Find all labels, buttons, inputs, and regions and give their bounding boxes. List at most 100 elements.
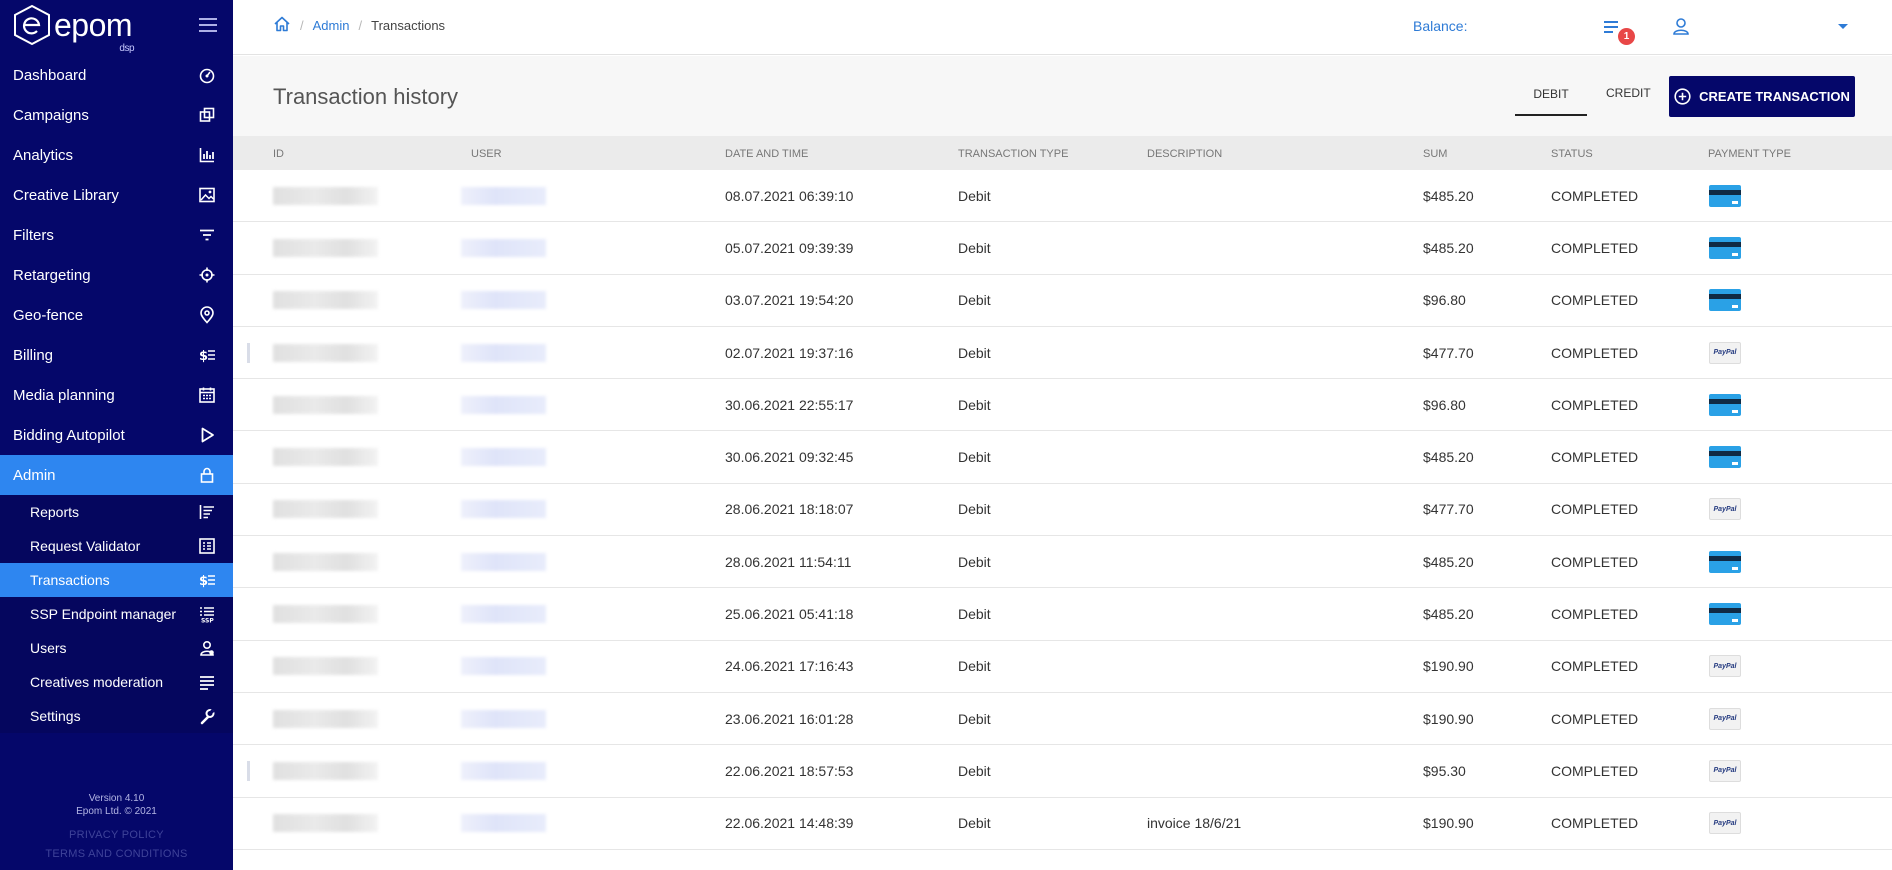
sidebar-item-admin[interactable]: Admin (0, 455, 233, 495)
cell-status: COMPLETED (1551, 606, 1639, 623)
redacted-user[interactable] (461, 552, 546, 571)
column-header-user[interactable]: USER (471, 148, 502, 160)
table-row[interactable]: 30.06.2021 22:55:17 Debit $96.80 COMPLETED (233, 379, 1892, 432)
cell-datetime: 08.07.2021 06:39:10 (725, 187, 854, 204)
redacted-id (273, 291, 378, 310)
table-row[interactable]: 28.06.2021 11:54:11 Debit $485.20 COMPLETED (233, 536, 1892, 589)
table-row[interactable]: 03.07.2021 19:54:20 Debit $96.80 COMPLETED (233, 275, 1892, 327)
redacted-user[interactable] (461, 395, 546, 414)
redacted-user[interactable] (461, 500, 546, 519)
redacted-user[interactable] (461, 605, 546, 624)
sidebar-subitem-users[interactable]: Users (0, 631, 233, 665)
sidebar-subitem-label: Transactions (30, 572, 110, 588)
sidebar-subitem-reports[interactable]: Reports (0, 495, 233, 529)
table-row[interactable]: 08.07.2021 06:39:10 Debit $485.20 COMPLETED (233, 170, 1892, 223)
sidebar-item-billing[interactable]: Billing $ (0, 335, 233, 375)
paypal-icon: PayPal (1709, 655, 1741, 678)
sidebar-subitem-settings[interactable]: Settings (0, 699, 233, 733)
sidebar-item-retargeting[interactable]: Retargeting (0, 255, 233, 295)
tab-credit[interactable]: CREDIT (1606, 86, 1651, 100)
table-row[interactable]: 22.06.2021 14:48:39 Debit invoice 18/6/21 $… (233, 798, 1892, 850)
redacted-user[interactable] (461, 814, 546, 833)
create-transaction-label: CREATE TRANSACTION (1699, 89, 1850, 104)
cell-status: COMPLETED (1551, 553, 1639, 570)
cell-sum: $96.80 (1423, 292, 1466, 309)
tab-debit[interactable]: DEBIT (1515, 86, 1587, 116)
sidebar-item-label: Creative Library (13, 186, 119, 204)
table-row[interactable]: 24.06.2021 17:16:43 Debit $190.90 COMPLETED… (233, 641, 1892, 693)
sidebar-item-campaigns[interactable]: Campaigns (0, 95, 233, 135)
cell-sum: $485.20 (1423, 606, 1474, 623)
copyright-text: Epom Ltd. © 2021 (76, 806, 157, 817)
main-nav: Dashboard Campaigns Analytics Creative Libr… (0, 55, 233, 495)
redacted-user[interactable] (461, 709, 546, 728)
cell-transaction-type: Debit (958, 815, 991, 832)
plus-circle-icon (1674, 88, 1691, 105)
sidebar-subitem-transactions[interactable]: Transactions $ (0, 563, 233, 597)
sidebar-item-creative-library[interactable]: Creative Library (0, 175, 233, 215)
column-header-payment-type[interactable]: PAYMENT TYPE (1708, 148, 1791, 160)
create-transaction-button[interactable]: CREATE TRANSACTION (1669, 76, 1855, 117)
cell-transaction-type: Debit (958, 396, 991, 413)
table-row[interactable]: 02.07.2021 19:37:16 Debit $477.70 COMPLETED… (233, 327, 1892, 380)
cell-datetime: 24.06.2021 17:16:43 (725, 658, 854, 675)
sidebar-item-geo-fence[interactable]: Geo-fence (0, 295, 233, 335)
terms-link[interactable]: TERMS AND CONDITIONS (0, 845, 233, 864)
cell-status: COMPLETED (1551, 449, 1639, 466)
table-row[interactable]: 25.06.2021 05:41:18 Debit $485.20 COMPLETED (233, 588, 1892, 641)
paypal-icon: PayPal (1709, 759, 1741, 782)
sidebar-item-analytics[interactable]: Analytics (0, 135, 233, 175)
table-row[interactable]: 05.07.2021 09:39:39 Debit $485.20 COMPLETED (233, 222, 1892, 275)
user-menu-caret-icon[interactable] (1838, 24, 1848, 29)
redacted-user[interactable] (461, 657, 546, 676)
dashboard-icon (197, 65, 217, 85)
sidebar-subitem-label: Request Validator (30, 538, 141, 554)
breadcrumb-admin-link[interactable]: Admin (313, 18, 350, 33)
redacted-user[interactable] (461, 238, 546, 257)
sidebar-item-dashboard[interactable]: Dashboard (0, 55, 233, 95)
sidebar-item-bidding-autopilot[interactable]: Bidding Autopilot (0, 415, 233, 455)
privacy-policy-link[interactable]: PRIVACY POLICY (0, 826, 233, 845)
column-header-description[interactable]: DESCRIPTION (1147, 148, 1222, 160)
cell-transaction-type: Debit (958, 239, 991, 256)
sidebar-item-label: Analytics (13, 146, 74, 164)
table-row[interactable]: 30.06.2021 09:32:45 Debit $485.20 COMPLETED (233, 431, 1892, 484)
cell-status: COMPLETED (1551, 292, 1639, 309)
billing-icon: $ (197, 570, 217, 590)
sidebar-item-media-planning[interactable]: Media planning (0, 375, 233, 415)
sidebar-item-filters[interactable]: Filters (0, 215, 233, 255)
table-row[interactable]: 28.06.2021 18:18:07 Debit $477.70 COMPLETED… (233, 484, 1892, 537)
table-row[interactable]: 22.06.2021 18:57:53 Debit $95.30 COMPLETED P… (233, 745, 1892, 798)
column-header-id[interactable]: ID (273, 148, 284, 160)
logo[interactable]: epom dsp (12, 4, 135, 54)
home-icon[interactable] (273, 15, 291, 36)
redacted-user[interactable] (461, 448, 546, 467)
sidebar-subitem-ssp-endpoint-manager[interactable]: SSP Endpoint manager SSP (0, 597, 233, 631)
redacted-user[interactable] (461, 291, 546, 310)
cell-transaction-type: Debit (958, 449, 991, 466)
hamburger-menu-icon[interactable] (199, 18, 217, 32)
column-header-sum[interactable]: SUM (1423, 148, 1447, 160)
table-row[interactable]: 23.06.2021 16:01:28 Debit $190.90 COMPLETED… (233, 693, 1892, 746)
column-header-status[interactable]: STATUS (1551, 148, 1593, 160)
user-icon[interactable] (1671, 16, 1691, 36)
cell-status: COMPLETED (1551, 762, 1639, 779)
sidebar-subitem-request-validator[interactable]: Request Validator (0, 529, 233, 563)
column-header-datetime[interactable]: DATE AND TIME (725, 148, 808, 160)
logo-hex-icon (14, 4, 50, 46)
table-body: 08.07.2021 06:39:10 Debit $485.20 COMPLETED… (233, 170, 1892, 850)
cell-datetime: 28.06.2021 18:18:07 (725, 501, 854, 518)
cell-status: COMPLETED (1551, 344, 1639, 361)
redacted-user[interactable] (461, 343, 546, 362)
sidebar-subitem-creatives-moderation[interactable]: Creatives moderation (0, 665, 233, 699)
row-marker (247, 342, 250, 363)
logo-sub: dsp (119, 42, 135, 54)
sidebar-item-label: Dashboard (13, 66, 87, 84)
redacted-user[interactable] (461, 761, 546, 780)
svg-text:SSP: SSP (201, 618, 214, 624)
notification-badge[interactable]: 1 (1618, 28, 1635, 45)
location-pin-icon (197, 305, 217, 325)
column-header-type[interactable]: TRANSACTION TYPE (958, 148, 1068, 160)
redacted-user[interactable] (461, 186, 546, 205)
cell-sum: $190.90 (1423, 710, 1474, 727)
